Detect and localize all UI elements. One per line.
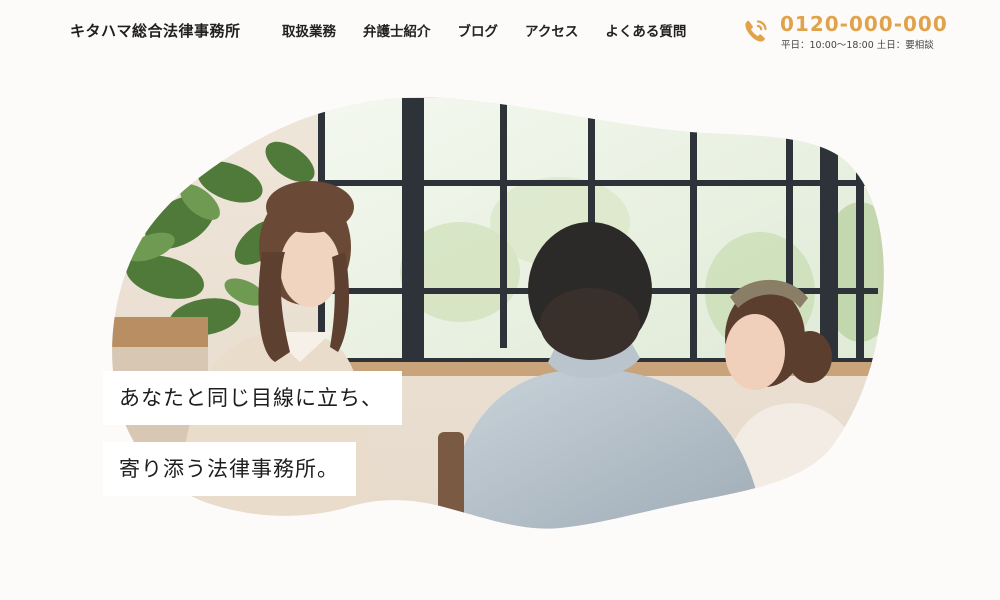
site-logo[interactable]: キタハマ総合法律事務所 [70, 20, 241, 41]
hero-tagline-line2: 寄り添う法律事務所。 [103, 442, 356, 496]
page: キタハマ総合法律事務所 取扱業務 弁護士紹介 ブログ アクセス よくある質問 0… [0, 0, 1000, 600]
hero-section: あなたと同じ目線に立ち、 寄り添う法律事務所。 [0, 62, 1000, 600]
nav-item-access[interactable]: アクセス [525, 20, 578, 40]
main-nav: 取扱業務 弁護士紹介 ブログ アクセス よくある質問 [282, 20, 713, 40]
business-hours: 平日：10:00〜18:00 土日：要相談 [781, 40, 934, 51]
phone-icon [745, 20, 767, 42]
nav-item-faq[interactable]: よくある質問 [605, 20, 686, 40]
site-header: キタハマ総合法律事務所 取扱業務 弁護士紹介 ブログ アクセス よくある質問 0… [0, 0, 1000, 62]
contact-block: 0120-000-000 平日：10:00〜18:00 土日：要相談 [740, 12, 947, 52]
hero-photo [112, 96, 884, 529]
nav-item-services[interactable]: 取扱業務 [282, 20, 336, 40]
phone-number-link[interactable]: 0120-000-000 [780, 12, 948, 36]
nav-item-lawyers[interactable]: 弁護士紹介 [363, 20, 431, 40]
hero-tagline-line1: あなたと同じ目線に立ち、 [103, 371, 402, 425]
nav-item-blog[interactable]: ブログ [458, 20, 499, 40]
